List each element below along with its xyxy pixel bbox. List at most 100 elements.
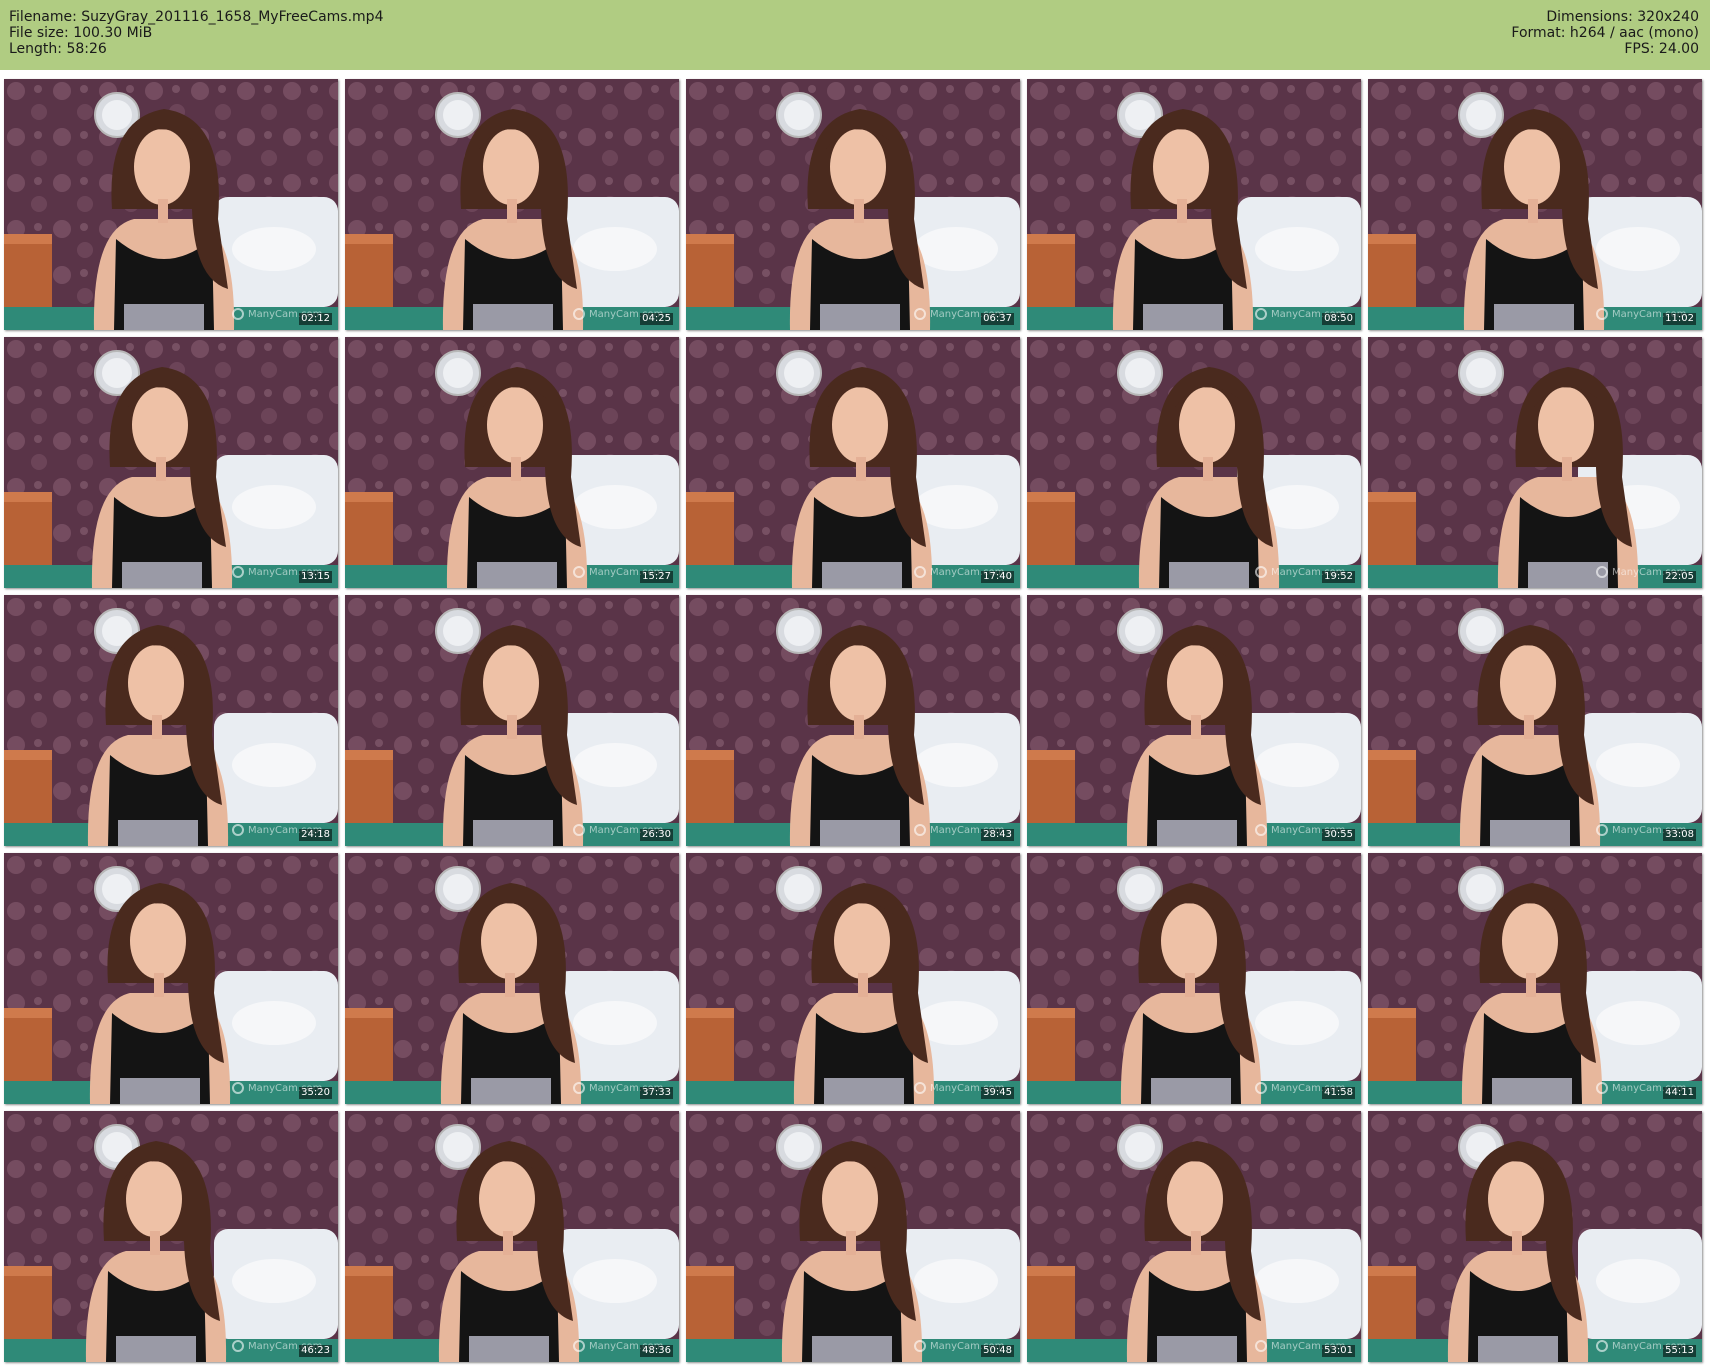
- thumbnail-timestamp: 37:33: [640, 1087, 673, 1099]
- length-text: Length: 58:26: [9, 41, 107, 57]
- thumbnail-frame-image: [686, 595, 1020, 846]
- webcam-logo-icon: [1255, 824, 1267, 836]
- thumbnail-frame-image: [686, 853, 1020, 1104]
- thumbnail-timestamp: 26:30: [640, 829, 673, 841]
- video-thumbnail: ManyCam.com 39:45: [686, 853, 1020, 1104]
- thumbnail-frame-image: [345, 337, 679, 588]
- thumbnail-frame-image: [4, 337, 338, 588]
- video-thumbnail: ManyCam.com 46:23: [4, 1111, 338, 1362]
- webcam-logo-icon: [1596, 1082, 1608, 1094]
- video-thumbnail: ManyCam.com 08:50: [1027, 79, 1361, 330]
- webcam-logo-icon: [1255, 308, 1267, 320]
- video-thumbnail: ManyCam.com 53:01: [1027, 1111, 1361, 1362]
- thumbnail-frame-image: [686, 337, 1020, 588]
- thumbnail-frame-image: [345, 853, 679, 1104]
- thumbnail-timestamp: 22:05: [1663, 571, 1696, 583]
- thumbnail-frame-image: [4, 595, 338, 846]
- webcam-logo-icon: [573, 1082, 585, 1094]
- video-thumbnail: ManyCam.com 15:27: [345, 337, 679, 588]
- thumbnail-frame-image: [345, 595, 679, 846]
- thumbnail-timestamp: 08:50: [1322, 313, 1355, 325]
- thumbnail-frame-image: [686, 1111, 1020, 1362]
- webcam-logo-icon: [573, 566, 585, 578]
- thumbnail-timestamp: 15:27: [640, 571, 673, 583]
- video-thumbnail: ManyCam.com 22:05: [1368, 337, 1702, 588]
- webcam-logo-icon: [914, 308, 926, 320]
- thumbnail-timestamp: 17:40: [981, 571, 1014, 583]
- webcam-logo-icon: [914, 1082, 926, 1094]
- thumbnail-frame-image: [1027, 337, 1361, 588]
- thumbnail-frame-image: [1368, 853, 1702, 1104]
- webcam-logo-icon: [232, 1082, 244, 1094]
- video-thumbnail: ManyCam.com 19:52: [1027, 337, 1361, 588]
- thumbnail-frame-image: [1368, 1111, 1702, 1362]
- video-thumbnail: ManyCam.com 02:12: [4, 79, 338, 330]
- video-thumbnail: ManyCam.com 11:02: [1368, 79, 1702, 330]
- video-thumbnail: ManyCam.com 28:43: [686, 595, 1020, 846]
- video-thumbnail: ManyCam.com 24:18: [4, 595, 338, 846]
- thumbnail-frame-image: [1027, 595, 1361, 846]
- webcam-logo-icon: [573, 308, 585, 320]
- webcam-logo-icon: [573, 824, 585, 836]
- thumbnail-timestamp: 46:23: [299, 1345, 332, 1357]
- thumbnail-timestamp: 02:12: [299, 313, 332, 325]
- media-info: Dimensions: 320x240 Format: h264 / aac (…: [1511, 9, 1699, 57]
- thumbnail-timestamp: 13:15: [299, 571, 332, 583]
- thumbnail-timestamp: 04:25: [640, 313, 673, 325]
- webcam-logo-icon: [914, 824, 926, 836]
- thumbnail-timestamp: 53:01: [1322, 1345, 1355, 1357]
- video-thumbnail: ManyCam.com 50:48: [686, 1111, 1020, 1362]
- webcam-logo-icon: [1596, 566, 1608, 578]
- thumbnail-timestamp: 28:43: [981, 829, 1014, 841]
- thumbnail-frame-image: [4, 79, 338, 330]
- webcam-logo-icon: [1596, 824, 1608, 836]
- thumbnail-frame-image: [4, 853, 338, 1104]
- webcam-logo-icon: [914, 1340, 926, 1352]
- thumbnail-timestamp: 55:13: [1663, 1345, 1696, 1357]
- webcam-logo-icon: [573, 1340, 585, 1352]
- video-thumbnail: ManyCam.com 30:55: [1027, 595, 1361, 846]
- webcam-logo-icon: [232, 566, 244, 578]
- video-thumbnail: ManyCam.com 26:30: [345, 595, 679, 846]
- video-thumbnail: ManyCam.com 44:11: [1368, 853, 1702, 1104]
- thumbnail-grid: ManyCam.com 02:12 ManyCam.com 04:25 ManyCam.…: [4, 79, 1702, 1362]
- thumbnail-timestamp: 41:58: [1322, 1087, 1355, 1099]
- video-thumbnail: ManyCam.com 37:33: [345, 853, 679, 1104]
- thumbnail-timestamp: 30:55: [1322, 829, 1355, 841]
- video-thumbnail: ManyCam.com 06:37: [686, 79, 1020, 330]
- webcam-logo-icon: [232, 1340, 244, 1352]
- info-header: Filename: SuzyGray_201116_1658_MyFreeCam…: [0, 0, 1710, 70]
- video-thumbnail: ManyCam.com 41:58: [1027, 853, 1361, 1104]
- thumbnail-frame-image: [345, 1111, 679, 1362]
- thumbnail-timestamp: 24:18: [299, 829, 332, 841]
- webcam-logo-icon: [1255, 1340, 1267, 1352]
- video-thumbnail: ManyCam.com 04:25: [345, 79, 679, 330]
- webcam-logo-icon: [232, 308, 244, 320]
- thumbnail-frame-image: [345, 79, 679, 330]
- video-thumbnail: ManyCam.com 33:08: [1368, 595, 1702, 846]
- thumbnail-timestamp: 33:08: [1663, 829, 1696, 841]
- video-thumbnail: ManyCam.com 17:40: [686, 337, 1020, 588]
- thumbnail-frame-image: [1368, 337, 1702, 588]
- webcam-logo-icon: [232, 824, 244, 836]
- filesize-text: File size: 100.30 MiB: [9, 25, 153, 41]
- fps-text: FPS: 24.00: [1624, 41, 1699, 57]
- thumbnail-frame-image: [1027, 79, 1361, 330]
- webcam-logo-icon: [1255, 1082, 1267, 1094]
- dimensions-text: Dimensions: 320x240: [1546, 9, 1699, 25]
- thumbnail-timestamp: 11:02: [1663, 313, 1696, 325]
- video-thumbnail: ManyCam.com 13:15: [4, 337, 338, 588]
- thumbnail-timestamp: 48:36: [640, 1345, 673, 1357]
- format-text: Format: h264 / aac (mono): [1511, 25, 1699, 41]
- thumbnail-timestamp: 39:45: [981, 1087, 1014, 1099]
- thumbnail-frame-image: [4, 1111, 338, 1362]
- thumbnail-timestamp: 06:37: [981, 313, 1014, 325]
- thumbnail-timestamp: 44:11: [1663, 1087, 1696, 1099]
- filename-text: Filename: SuzyGray_201116_1658_MyFreeCam…: [9, 9, 384, 25]
- thumbnail-timestamp: 50:48: [981, 1345, 1014, 1357]
- thumbnail-frame-image: [1027, 853, 1361, 1104]
- webcam-logo-icon: [914, 566, 926, 578]
- webcam-logo-icon: [1596, 1340, 1608, 1352]
- thumbnail-frame-image: [686, 79, 1020, 330]
- thumbnail-frame-image: [1368, 79, 1702, 330]
